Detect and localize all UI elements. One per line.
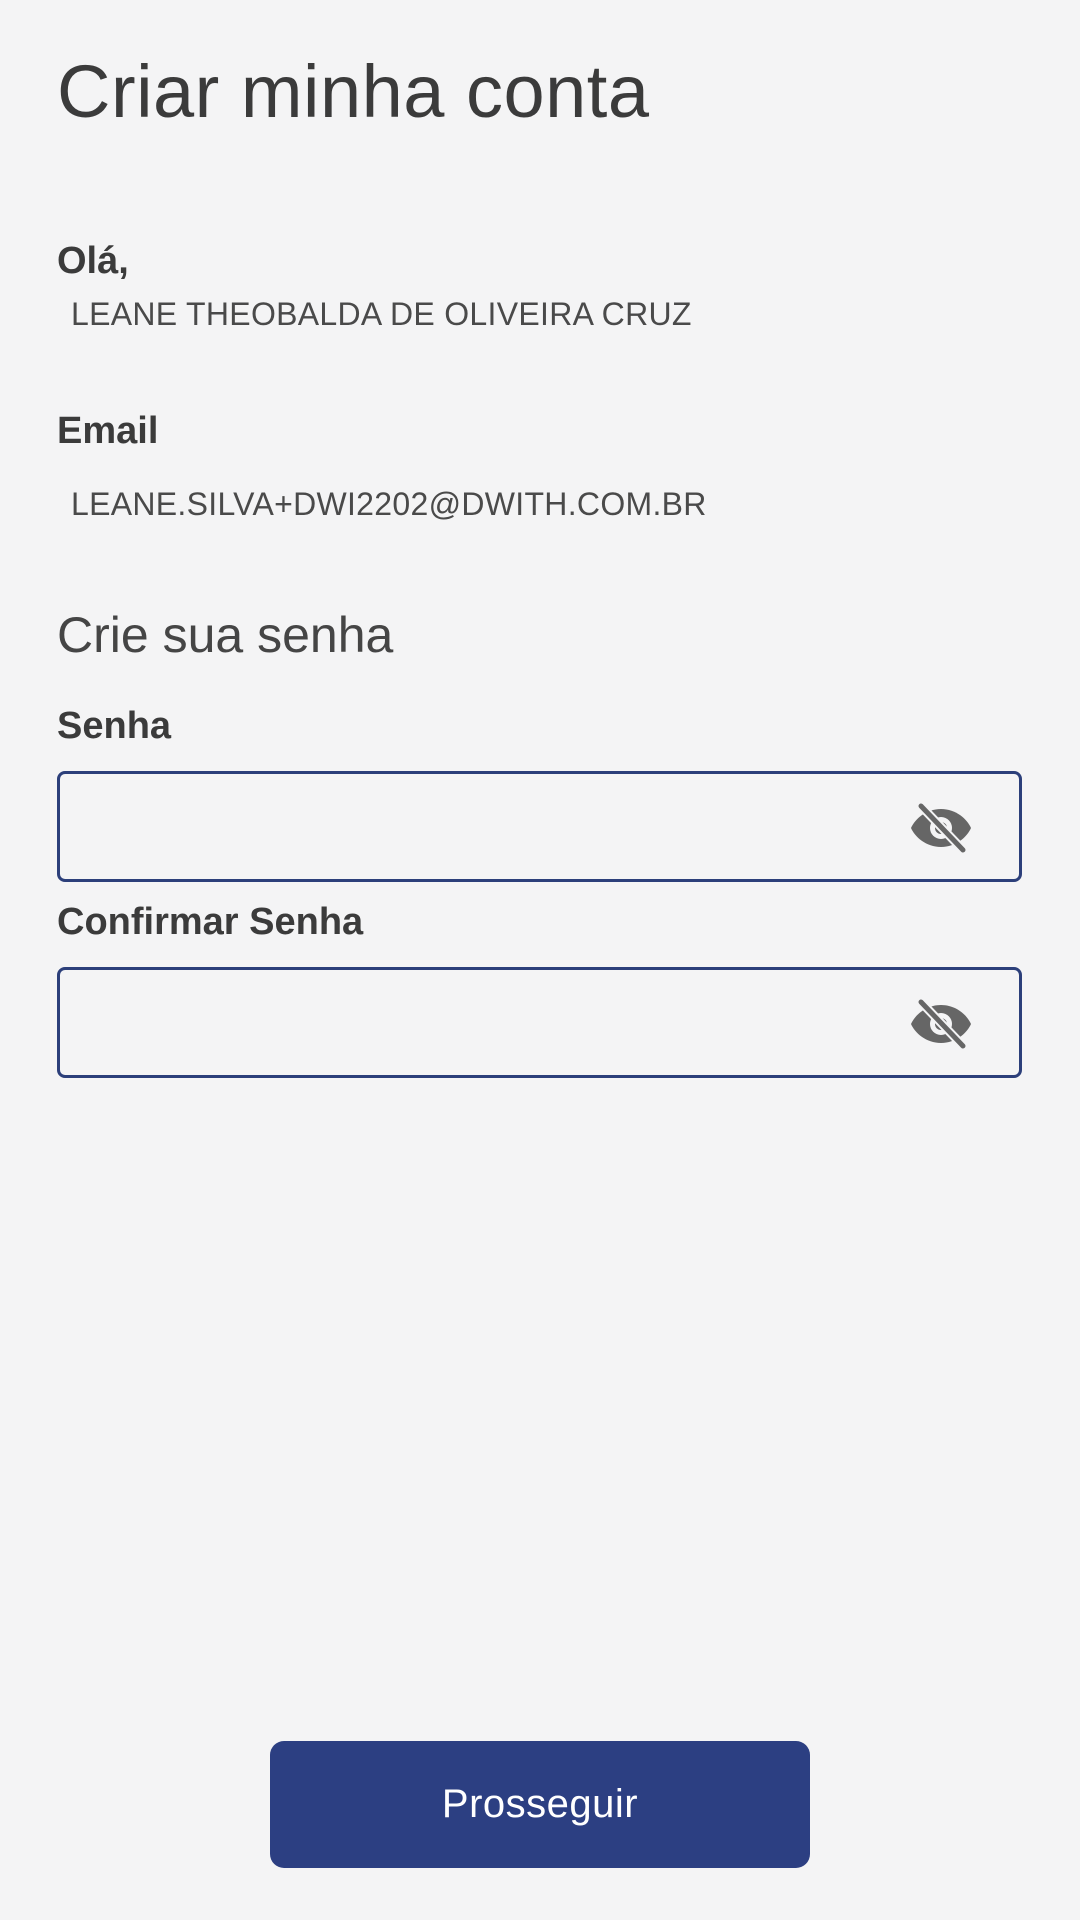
confirm-password-label: Confirmar Senha	[57, 901, 364, 943]
password-field-container	[57, 771, 1022, 882]
password-input[interactable]	[80, 774, 924, 881]
eye-off-icon	[911, 999, 971, 1049]
confirm-password-input[interactable]	[80, 970, 924, 1077]
email-value: LEANE.SILVA+DWI2202@DWITH.COM.BR	[71, 486, 707, 522]
user-name: LEANE THEOBALDA DE OLIVEIRA CRUZ	[71, 296, 692, 332]
create-account-screen: Criar minha conta Olá, LEANE THEOBALDA D…	[0, 0, 1080, 1920]
password-visibility-toggle[interactable]	[909, 800, 973, 856]
greeting-label: Olá,	[57, 240, 129, 282]
eye-off-icon	[911, 803, 971, 853]
email-label: Email	[57, 410, 159, 452]
page-title: Criar minha conta	[57, 50, 650, 133]
password-label: Senha	[57, 705, 172, 747]
confirm-password-field-container	[57, 967, 1022, 1078]
confirm-password-visibility-toggle[interactable]	[909, 996, 973, 1052]
password-section-title: Crie sua senha	[57, 607, 394, 663]
prosseguir-button[interactable]: Prosseguir	[270, 1741, 810, 1868]
